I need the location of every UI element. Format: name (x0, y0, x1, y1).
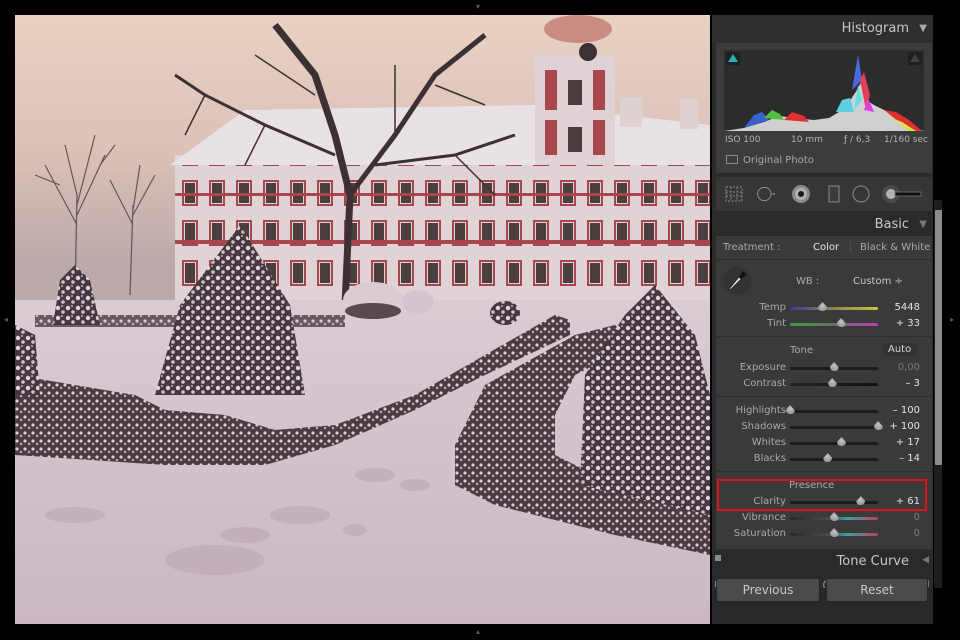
slider-thumb[interactable] (836, 318, 846, 327)
basic-panel-header[interactable]: Basic ▼ (712, 211, 933, 239)
shadows-slider[interactable] (790, 421, 883, 430)
expand-triangle-icon[interactable]: ◀ (922, 555, 929, 565)
slider-thumb[interactable] (827, 378, 837, 387)
checkbox-icon (726, 155, 738, 164)
blacks-slider[interactable] (790, 453, 878, 462)
top-panel-toggle-arrow[interactable]: ▾ (476, 3, 480, 11)
wb-label: WB : (796, 276, 820, 287)
treatment-color-option[interactable]: Color (813, 242, 839, 253)
exif-focal-length: 10 mm (791, 135, 823, 145)
exif-iso: ISO 100 (725, 135, 761, 145)
original-photo-checkbox[interactable]: Original Photo (726, 155, 814, 166)
shadows-label: Shadows (741, 421, 786, 432)
tool-strip (716, 177, 932, 211)
highlight-clipping-icon (910, 54, 920, 62)
spot-removal-icon[interactable] (756, 184, 776, 204)
reset-button[interactable]: Reset (826, 578, 928, 602)
collapse-triangle-icon[interactable]: ▼ (919, 211, 927, 239)
graduated-filter-icon[interactable] (824, 184, 844, 204)
basic-title: Basic (874, 217, 909, 232)
previous-button[interactable]: Previous (716, 578, 820, 602)
highlight-clipping-toggle[interactable] (908, 52, 922, 65)
blacks-value[interactable]: – 14 (880, 453, 920, 464)
saturation-label: Saturation (733, 528, 786, 539)
treatment-label: Treatment : (723, 242, 781, 253)
tint-value[interactable]: + 33 (880, 318, 920, 329)
slider-thumb[interactable] (818, 302, 828, 311)
contrast-slider[interactable] (790, 378, 878, 387)
temp-value[interactable]: 5448 (880, 302, 920, 313)
white-balance-eyedropper-icon[interactable] (722, 266, 752, 296)
exposure-value[interactable]: 0,00 (880, 362, 920, 373)
exposure-slider[interactable] (790, 362, 878, 371)
contrast-value[interactable]: – 3 (880, 378, 920, 389)
exif-shutter-speed: 1/160 sec (884, 135, 928, 145)
highlights-value[interactable]: – 100 (880, 405, 920, 416)
slider-thumb[interactable] (829, 512, 839, 521)
radial-filter-icon[interactable] (851, 184, 871, 204)
tint-slider[interactable] (790, 318, 878, 327)
whites-label: Whites (751, 437, 786, 448)
whites-value[interactable]: + 17 (880, 437, 920, 448)
bottom-panel-toggle-arrow[interactable]: ▴ (476, 628, 480, 636)
histogram-panel-header[interactable]: Histogram ▼ (712, 15, 933, 43)
vibrance-value[interactable]: 0 (880, 512, 920, 523)
collapse-triangle-icon[interactable]: ▼ (919, 15, 927, 43)
divider (716, 396, 932, 397)
auto-tone-button[interactable]: Auto (882, 343, 918, 356)
slider-thumb[interactable] (836, 437, 846, 446)
whites-slider[interactable] (790, 437, 878, 446)
divider (716, 336, 932, 337)
photo-canvas[interactable] (15, 15, 710, 624)
tint-label: Tint (767, 318, 786, 329)
tone-section-label: Tone (790, 345, 814, 356)
treatment-separator: | (849, 241, 853, 252)
tone-curve-title: Tone Curve (836, 554, 909, 569)
develop-right-panel: Histogram ▼ ISO 100 10 mm ƒ / 6,3 1/160 … (712, 15, 933, 624)
saturation-slider[interactable] (790, 528, 878, 537)
red-eye-icon[interactable] (791, 184, 811, 204)
wb-preset-dropdown[interactable]: Custom ÷ (853, 276, 903, 287)
divider (716, 471, 932, 472)
panel-scrollbar-thumb[interactable] (935, 210, 942, 465)
tone-curve-panel-header[interactable]: Tone Curve ◀ (712, 550, 933, 575)
clarity-highlight-annotation (717, 479, 927, 511)
right-panel-toggle-arrow[interactable]: ▸ (950, 316, 954, 324)
adjustment-brush-icon[interactable] (881, 184, 925, 204)
highlights-label: Highlights (735, 405, 786, 416)
slider-thumb[interactable] (829, 528, 839, 537)
saturation-value[interactable]: 0 (880, 528, 920, 539)
histogram-box: ISO 100 10 mm ƒ / 6,3 1/160 sec Original… (716, 43, 932, 173)
slider-thumb[interactable] (785, 405, 795, 414)
treatment-bw-option[interactable]: Black & White (860, 242, 930, 253)
vibrance-slider[interactable] (790, 512, 878, 521)
exposure-label: Exposure (739, 362, 786, 373)
blacks-label: Blacks (753, 453, 786, 464)
exif-aperture: ƒ / 6,3 (844, 135, 871, 145)
highlights-slider[interactable] (785, 405, 878, 414)
slider-thumb[interactable] (829, 362, 839, 371)
shadows-value[interactable]: + 100 (880, 421, 920, 432)
shadow-clipping-toggle[interactable] (726, 52, 740, 65)
histogram-title: Histogram (841, 21, 909, 36)
histogram-graph[interactable] (724, 50, 924, 131)
left-panel-toggle-arrow[interactable]: ◂ (4, 316, 8, 324)
temp-label: Temp (759, 302, 786, 313)
contrast-label: Contrast (743, 378, 786, 389)
shadow-clipping-icon (728, 54, 738, 62)
divider (716, 259, 932, 260)
original-photo-label: Original Photo (743, 155, 814, 166)
slider-thumb[interactable] (823, 453, 833, 462)
vibrance-label: Vibrance (742, 512, 786, 523)
panel-toggle-switch[interactable] (715, 555, 721, 561)
crop-overlay-icon[interactable] (724, 184, 744, 204)
photo-image (15, 15, 710, 624)
temp-slider[interactable] (790, 302, 878, 311)
